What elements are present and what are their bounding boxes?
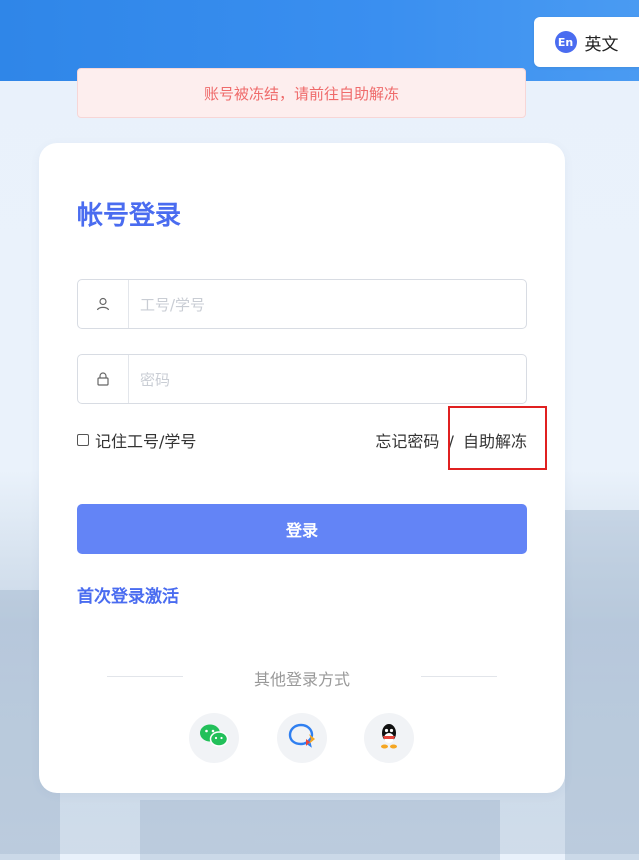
en-language-icon: En [554, 31, 577, 53]
username-input[interactable] [138, 290, 512, 320]
other-login-label: 其他登录方式 [253, 670, 350, 689]
dingtalk-icon [287, 722, 317, 754]
first-login-activate-link[interactable]: 首次登录激活 [77, 582, 179, 607]
self-unfreeze-link[interactable]: 自助解冻 [463, 432, 527, 451]
user-icon [78, 280, 129, 328]
link-separator: / [448, 432, 454, 451]
password-input[interactable] [138, 365, 512, 395]
remember-label: 记住工号/学号 [95, 432, 197, 451]
forgot-password-link[interactable]: 忘记密码 [375, 432, 439, 451]
alert-text: 账号被冻结，请前往自助解冻 [203, 84, 399, 103]
wechat-login-button[interactable] [189, 713, 239, 763]
other-login-divider: 其他登录方式 [107, 666, 497, 689]
password-field[interactable] [77, 354, 527, 404]
page-title: 帐号登录 [77, 201, 182, 231]
login-button[interactable]: 登录 [77, 504, 527, 554]
divider-right [421, 676, 497, 677]
language-switch-button[interactable]: En 英文 [534, 17, 639, 67]
lock-icon [78, 355, 129, 403]
login-card: 帐号登录 记住工号/学号 忘记密码 / 自助解冻 登录 首次登录激活 [39, 143, 565, 793]
account-links: 忘记密码 / 自助解冻 [375, 428, 527, 452]
qq-login-button[interactable] [364, 713, 414, 763]
error-alert: 账号被冻结，请前往自助解冻 [77, 68, 526, 118]
qq-icon [377, 722, 401, 754]
wechat-icon [199, 723, 229, 753]
remember-checkbox[interactable]: 记住工号/学号 [77, 428, 196, 452]
language-label: 英文 [584, 34, 619, 55]
dingtalk-login-button[interactable] [277, 713, 327, 763]
username-field[interactable] [77, 279, 527, 329]
checkbox-icon[interactable] [77, 434, 89, 446]
